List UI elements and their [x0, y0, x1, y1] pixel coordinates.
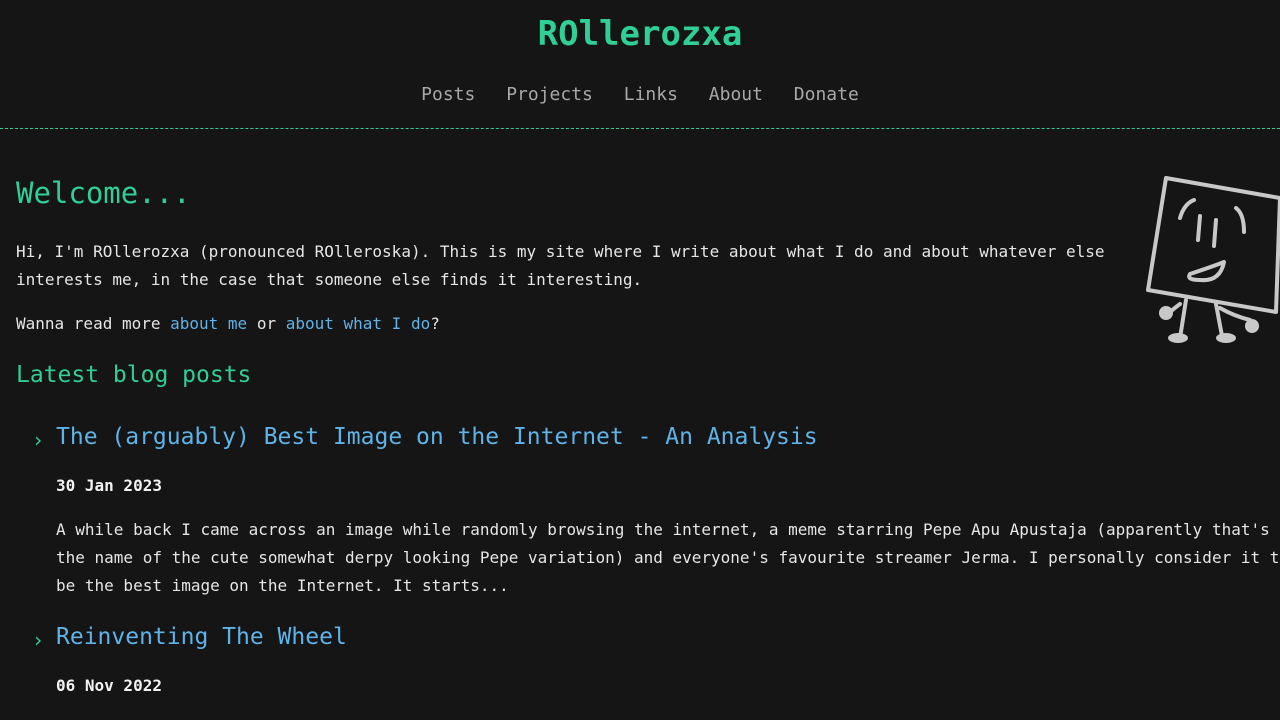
- post-date: 30 Jan 2023: [56, 476, 162, 495]
- readmore-or: or: [247, 314, 286, 333]
- site-title[interactable]: ROllerozxa: [0, 14, 1280, 54]
- nav-donate[interactable]: Donate: [794, 84, 859, 105]
- mascot-drawing: [1146, 176, 1280, 343]
- site-header: ROllerozxa Posts Projects Links About Do…: [0, 0, 1280, 129]
- readmore-suffix: ?: [430, 314, 440, 333]
- nav-projects[interactable]: Projects: [506, 84, 593, 105]
- nav-posts[interactable]: Posts: [421, 84, 475, 105]
- post-excerpt: A while back I came across an image whil…: [56, 520, 1280, 595]
- latest-posts-heading: Latest blog posts: [16, 362, 252, 388]
- intro-paragraph: Hi, I'm ROllerozxa (pronounced ROllerosk…: [16, 242, 1105, 289]
- welcome-heading: Welcome...: [16, 176, 191, 210]
- about-what-i-do-link[interactable]: about what I do: [286, 314, 431, 333]
- chevron-right-icon: ›: [32, 428, 45, 452]
- readmore-line: Wanna read more about me or about what I…: [16, 310, 440, 338]
- nav-links[interactable]: Links: [624, 84, 678, 105]
- post-title-link[interactable]: Reinventing The Wheel: [56, 624, 347, 650]
- chevron-right-icon: ›: [32, 628, 45, 652]
- nav-about[interactable]: About: [709, 84, 763, 105]
- post-date: 06 Nov 2022: [56, 676, 162, 695]
- main-nav: Posts Projects Links About Donate: [0, 84, 1280, 105]
- about-me-link[interactable]: about me: [170, 314, 247, 333]
- readmore-prefix: Wanna read more: [16, 314, 171, 333]
- post-title-link[interactable]: The (arguably) Best Image on the Interne…: [56, 424, 818, 450]
